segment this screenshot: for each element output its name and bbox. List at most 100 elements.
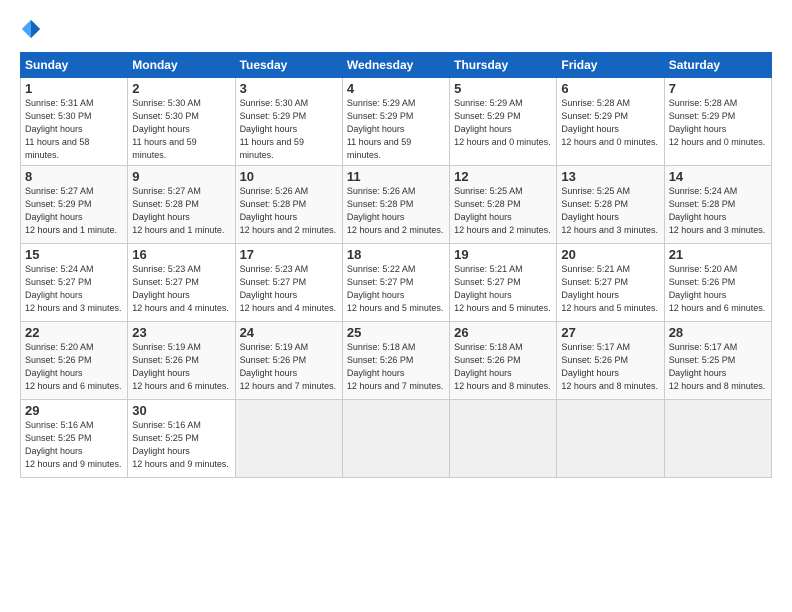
day-number: 25 — [347, 325, 445, 340]
calendar-cell: 29 Sunrise: 5:16 AMSunset: 5:25 PMDaylig… — [21, 400, 128, 478]
day-detail: Sunrise: 5:16 AMSunset: 5:25 PMDaylight … — [132, 420, 229, 469]
day-number: 27 — [561, 325, 659, 340]
day-number: 11 — [347, 169, 445, 184]
logo-icon — [20, 18, 42, 40]
column-header-saturday: Saturday — [664, 53, 771, 78]
calendar-week-5: 29 Sunrise: 5:16 AMSunset: 5:25 PMDaylig… — [21, 400, 772, 478]
calendar-cell: 10 Sunrise: 5:26 AMSunset: 5:28 PMDaylig… — [235, 166, 342, 244]
day-number: 16 — [132, 247, 230, 262]
day-detail: Sunrise: 5:25 AMSunset: 5:28 PMDaylight … — [454, 186, 551, 235]
calendar-table: SundayMondayTuesdayWednesdayThursdayFrid… — [20, 52, 772, 478]
calendar-cell — [342, 400, 449, 478]
day-detail: Sunrise: 5:23 AMSunset: 5:27 PMDaylight … — [240, 264, 337, 313]
day-number: 2 — [132, 81, 230, 96]
day-detail: Sunrise: 5:22 AMSunset: 5:27 PMDaylight … — [347, 264, 444, 313]
calendar-cell: 11 Sunrise: 5:26 AMSunset: 5:28 PMDaylig… — [342, 166, 449, 244]
calendar-cell: 17 Sunrise: 5:23 AMSunset: 5:27 PMDaylig… — [235, 244, 342, 322]
day-number: 7 — [669, 81, 767, 96]
day-number: 21 — [669, 247, 767, 262]
calendar-cell: 23 Sunrise: 5:19 AMSunset: 5:26 PMDaylig… — [128, 322, 235, 400]
day-detail: Sunrise: 5:20 AMSunset: 5:26 PMDaylight … — [669, 264, 766, 313]
day-detail: Sunrise: 5:17 AMSunset: 5:26 PMDaylight … — [561, 342, 658, 391]
calendar-cell: 9 Sunrise: 5:27 AMSunset: 5:28 PMDayligh… — [128, 166, 235, 244]
day-number: 12 — [454, 169, 552, 184]
day-number: 18 — [347, 247, 445, 262]
day-detail: Sunrise: 5:26 AMSunset: 5:28 PMDaylight … — [347, 186, 444, 235]
calendar-header-row: SundayMondayTuesdayWednesdayThursdayFrid… — [21, 53, 772, 78]
day-detail: Sunrise: 5:21 AMSunset: 5:27 PMDaylight … — [454, 264, 551, 313]
day-number: 30 — [132, 403, 230, 418]
day-detail: Sunrise: 5:21 AMSunset: 5:27 PMDaylight … — [561, 264, 658, 313]
calendar-cell: 18 Sunrise: 5:22 AMSunset: 5:27 PMDaylig… — [342, 244, 449, 322]
calendar-cell: 5 Sunrise: 5:29 AMSunset: 5:29 PMDayligh… — [450, 78, 557, 166]
column-header-wednesday: Wednesday — [342, 53, 449, 78]
day-number: 13 — [561, 169, 659, 184]
day-number: 24 — [240, 325, 338, 340]
day-number: 26 — [454, 325, 552, 340]
column-header-sunday: Sunday — [21, 53, 128, 78]
day-detail: Sunrise: 5:19 AMSunset: 5:26 PMDaylight … — [240, 342, 337, 391]
day-detail: Sunrise: 5:24 AMSunset: 5:27 PMDaylight … — [25, 264, 122, 313]
calendar-cell: 12 Sunrise: 5:25 AMSunset: 5:28 PMDaylig… — [450, 166, 557, 244]
calendar-cell: 21 Sunrise: 5:20 AMSunset: 5:26 PMDaylig… — [664, 244, 771, 322]
calendar-cell: 8 Sunrise: 5:27 AMSunset: 5:29 PMDayligh… — [21, 166, 128, 244]
day-detail: Sunrise: 5:28 AMSunset: 5:29 PMDaylight … — [669, 98, 766, 147]
day-detail: Sunrise: 5:24 AMSunset: 5:28 PMDaylight … — [669, 186, 766, 235]
day-number: 23 — [132, 325, 230, 340]
day-number: 10 — [240, 169, 338, 184]
day-detail: Sunrise: 5:20 AMSunset: 5:26 PMDaylight … — [25, 342, 122, 391]
day-number: 9 — [132, 169, 230, 184]
day-detail: Sunrise: 5:28 AMSunset: 5:29 PMDaylight … — [561, 98, 658, 147]
day-number: 1 — [25, 81, 123, 96]
calendar-cell — [664, 400, 771, 478]
day-detail: Sunrise: 5:25 AMSunset: 5:28 PMDaylight … — [561, 186, 658, 235]
calendar-cell: 19 Sunrise: 5:21 AMSunset: 5:27 PMDaylig… — [450, 244, 557, 322]
day-detail: Sunrise: 5:18 AMSunset: 5:26 PMDaylight … — [347, 342, 444, 391]
calendar-cell: 24 Sunrise: 5:19 AMSunset: 5:26 PMDaylig… — [235, 322, 342, 400]
calendar-cell: 30 Sunrise: 5:16 AMSunset: 5:25 PMDaylig… — [128, 400, 235, 478]
calendar-cell: 14 Sunrise: 5:24 AMSunset: 5:28 PMDaylig… — [664, 166, 771, 244]
day-detail: Sunrise: 5:30 AMSunset: 5:30 PMDaylight … — [132, 98, 201, 160]
day-number: 5 — [454, 81, 552, 96]
calendar-cell: 25 Sunrise: 5:18 AMSunset: 5:26 PMDaylig… — [342, 322, 449, 400]
day-number: 3 — [240, 81, 338, 96]
day-number: 29 — [25, 403, 123, 418]
calendar-week-2: 8 Sunrise: 5:27 AMSunset: 5:29 PMDayligh… — [21, 166, 772, 244]
day-detail: Sunrise: 5:29 AMSunset: 5:29 PMDaylight … — [347, 98, 416, 160]
calendar-cell — [557, 400, 664, 478]
day-number: 19 — [454, 247, 552, 262]
day-number: 17 — [240, 247, 338, 262]
calendar-week-4: 22 Sunrise: 5:20 AMSunset: 5:26 PMDaylig… — [21, 322, 772, 400]
column-header-thursday: Thursday — [450, 53, 557, 78]
calendar-cell: 6 Sunrise: 5:28 AMSunset: 5:29 PMDayligh… — [557, 78, 664, 166]
calendar-cell: 1 Sunrise: 5:31 AMSunset: 5:30 PMDayligh… — [21, 78, 128, 166]
calendar-week-3: 15 Sunrise: 5:24 AMSunset: 5:27 PMDaylig… — [21, 244, 772, 322]
day-number: 28 — [669, 325, 767, 340]
day-number: 22 — [25, 325, 123, 340]
calendar-cell: 2 Sunrise: 5:30 AMSunset: 5:30 PMDayligh… — [128, 78, 235, 166]
day-detail: Sunrise: 5:18 AMSunset: 5:26 PMDaylight … — [454, 342, 551, 391]
calendar-week-1: 1 Sunrise: 5:31 AMSunset: 5:30 PMDayligh… — [21, 78, 772, 166]
page-container: SundayMondayTuesdayWednesdayThursdayFrid… — [0, 0, 792, 488]
header — [20, 18, 772, 40]
day-detail: Sunrise: 5:30 AMSunset: 5:29 PMDaylight … — [240, 98, 309, 160]
day-detail: Sunrise: 5:17 AMSunset: 5:25 PMDaylight … — [669, 342, 766, 391]
day-detail: Sunrise: 5:26 AMSunset: 5:28 PMDaylight … — [240, 186, 337, 235]
day-number: 6 — [561, 81, 659, 96]
calendar-cell: 7 Sunrise: 5:28 AMSunset: 5:29 PMDayligh… — [664, 78, 771, 166]
day-number: 8 — [25, 169, 123, 184]
calendar-cell: 20 Sunrise: 5:21 AMSunset: 5:27 PMDaylig… — [557, 244, 664, 322]
calendar-cell: 13 Sunrise: 5:25 AMSunset: 5:28 PMDaylig… — [557, 166, 664, 244]
day-detail: Sunrise: 5:27 AMSunset: 5:28 PMDaylight … — [132, 186, 224, 235]
calendar-cell — [450, 400, 557, 478]
column-header-monday: Monday — [128, 53, 235, 78]
day-number: 15 — [25, 247, 123, 262]
day-detail: Sunrise: 5:31 AMSunset: 5:30 PMDaylight … — [25, 98, 94, 160]
calendar-cell: 22 Sunrise: 5:20 AMSunset: 5:26 PMDaylig… — [21, 322, 128, 400]
day-detail: Sunrise: 5:27 AMSunset: 5:29 PMDaylight … — [25, 186, 117, 235]
day-detail: Sunrise: 5:29 AMSunset: 5:29 PMDaylight … — [454, 98, 551, 147]
day-number: 4 — [347, 81, 445, 96]
day-detail: Sunrise: 5:19 AMSunset: 5:26 PMDaylight … — [132, 342, 229, 391]
day-number: 14 — [669, 169, 767, 184]
calendar-cell: 28 Sunrise: 5:17 AMSunset: 5:25 PMDaylig… — [664, 322, 771, 400]
